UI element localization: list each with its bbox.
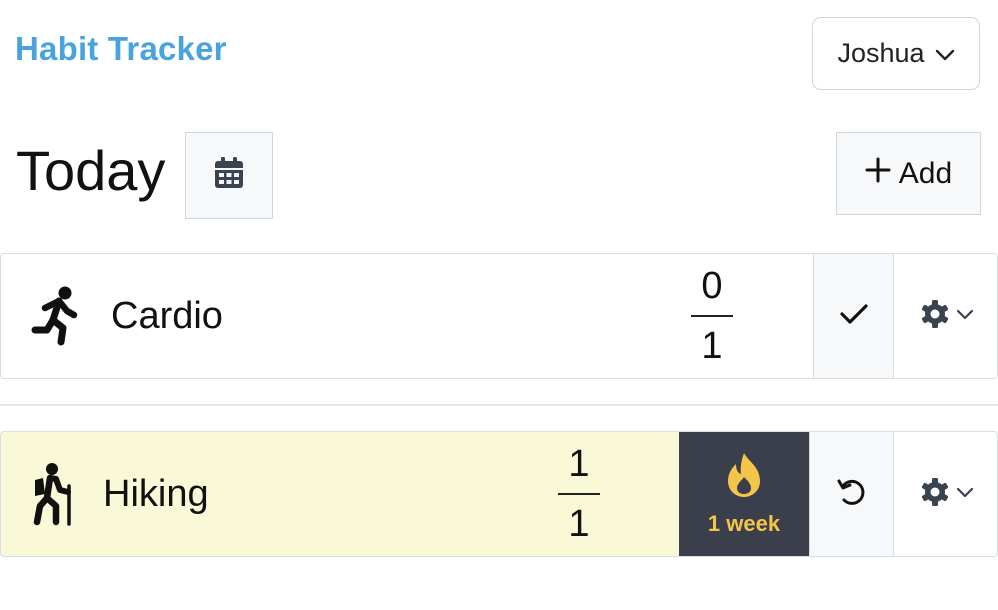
add-habit-button[interactable]: Add [836, 132, 981, 215]
streak-badge: 1 week [679, 432, 809, 556]
complete-button[interactable] [813, 254, 893, 378]
chevron-down-icon [956, 307, 974, 325]
chevron-down-icon [956, 485, 974, 503]
gear-icon [920, 299, 950, 334]
habit-row-hiking: Hiking 1 1 1 week [0, 431, 998, 557]
progress-goal: 1 [701, 325, 723, 367]
hiking-icon [1, 432, 103, 556]
undo-icon [836, 476, 868, 513]
plus-icon [865, 157, 891, 191]
user-name: Joshua [837, 38, 925, 68]
page-title: Today [16, 139, 166, 202]
user-menu-button[interactable]: Joshua [812, 17, 980, 90]
progress-done: 1 [568, 443, 590, 485]
running-icon [1, 254, 111, 378]
add-label: Add [898, 156, 953, 190]
habit-progress: 0 1 [691, 254, 733, 378]
app-title[interactable]: Habit Tracker [15, 30, 227, 68]
section-divider [0, 404, 998, 406]
habit-name: Cardio [111, 294, 223, 337]
fraction-divider [558, 493, 600, 495]
gear-icon [920, 477, 950, 512]
habit-row-cardio: Cardio 0 1 [0, 253, 998, 379]
fraction-divider [691, 315, 733, 317]
progress-done: 0 [701, 265, 723, 307]
calendar-button[interactable] [185, 132, 273, 219]
calendar-icon [214, 157, 244, 194]
chevron-down-icon [935, 38, 955, 69]
streak-label: 1 week [707, 511, 781, 536]
progress-goal: 1 [568, 503, 590, 545]
habit-name: Hiking [103, 472, 209, 515]
habit-settings-button[interactable] [893, 254, 997, 378]
habit-progress: 1 1 [558, 432, 600, 556]
check-icon [839, 302, 869, 331]
fire-icon [722, 451, 766, 505]
undo-button[interactable] [809, 432, 893, 556]
habit-settings-button[interactable] [893, 432, 997, 556]
